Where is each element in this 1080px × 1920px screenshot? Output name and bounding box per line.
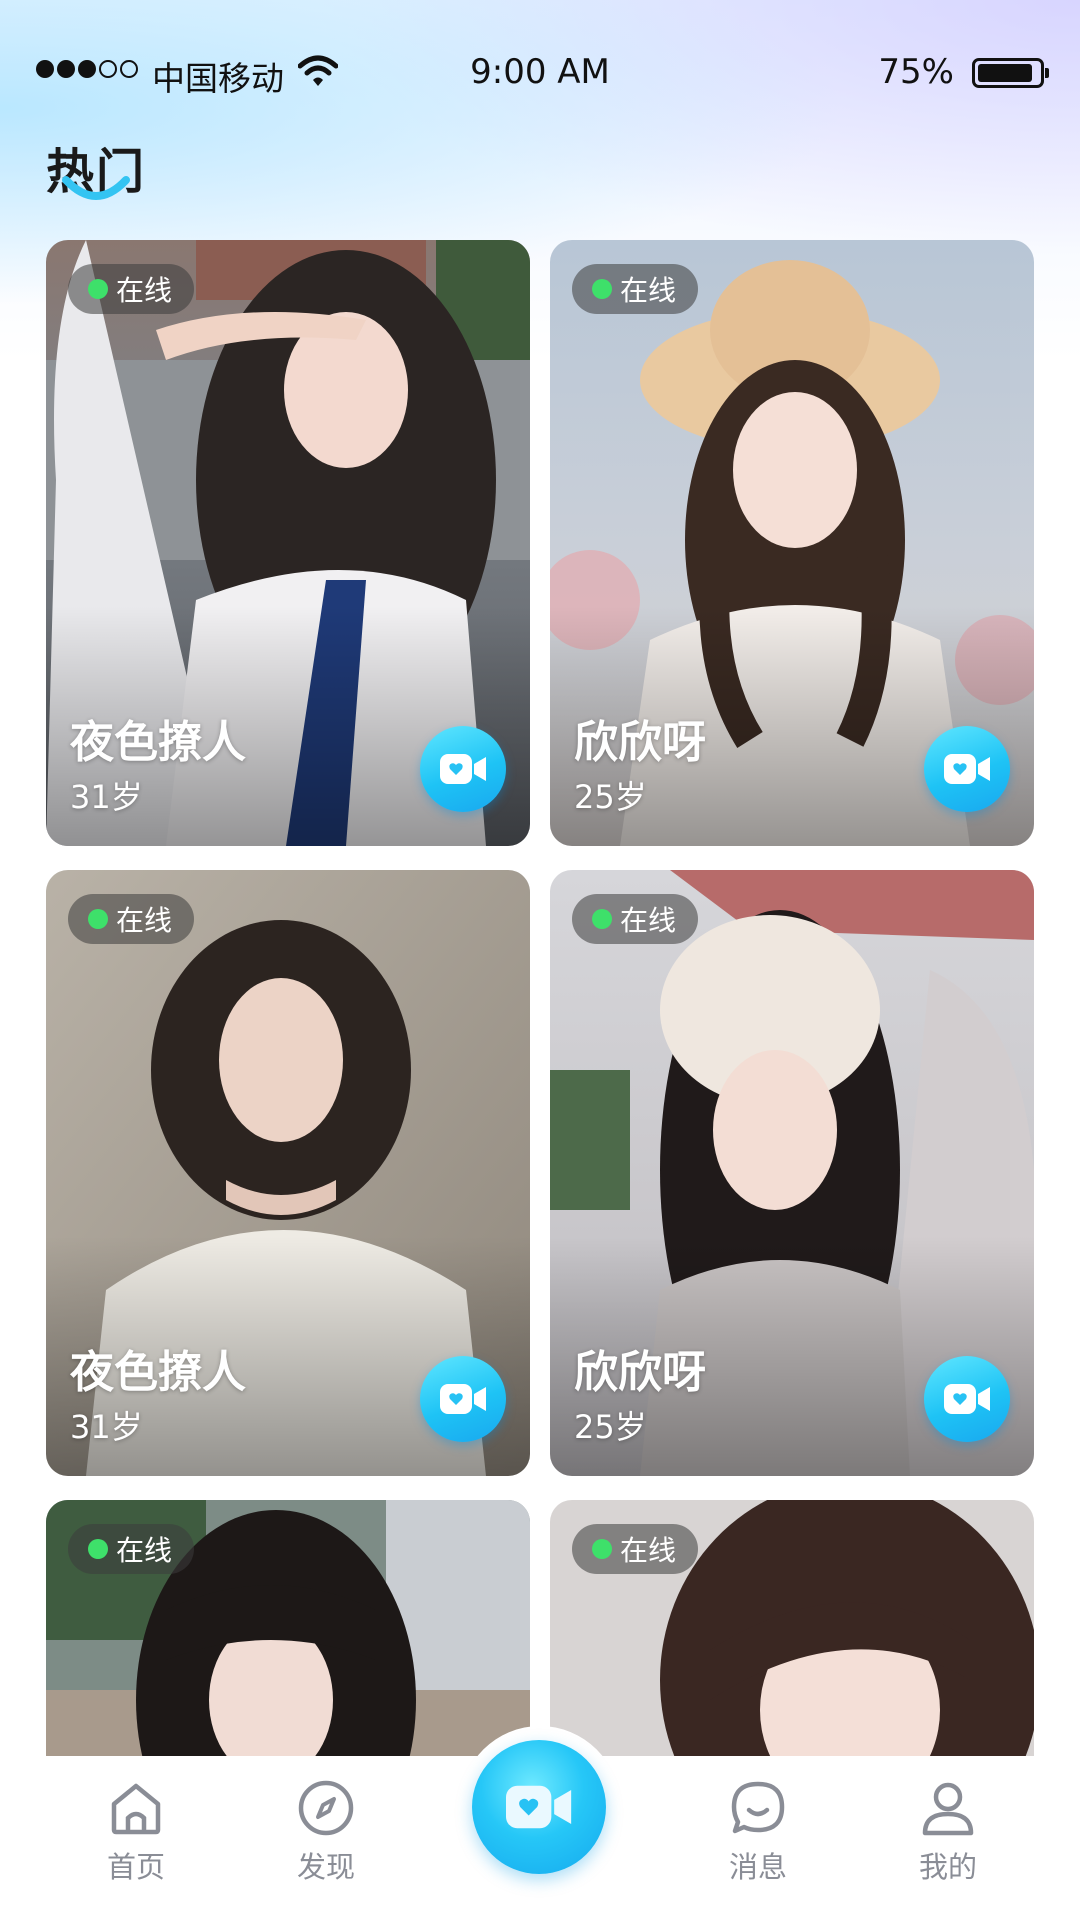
video-call-button[interactable] [420, 726, 506, 812]
user-age: 31岁 [70, 1408, 143, 1446]
online-dot-icon [88, 279, 108, 299]
video-call-button[interactable] [924, 1356, 1010, 1442]
online-badge: 在线 [68, 894, 195, 944]
smile-underline-icon [62, 176, 130, 200]
tab-messages[interactable]: 消息 [698, 1778, 818, 1886]
compass-icon [298, 1780, 354, 1836]
center-video-call-button[interactable] [472, 1740, 606, 1874]
chat-bubble-icon [731, 1781, 785, 1834]
tab-home[interactable]: 首页 [76, 1778, 196, 1886]
video-call-icon [506, 1785, 572, 1829]
user-age: 25岁 [574, 778, 647, 816]
video-call-button[interactable] [420, 1356, 506, 1442]
video-call-icon [944, 1384, 990, 1414]
online-badge: 在线 [572, 894, 699, 944]
user-name: 夜色撩人 [70, 717, 246, 768]
online-badge: 在线 [68, 264, 195, 314]
user-card[interactable]: 在线 [46, 1500, 530, 1756]
online-dot-icon [88, 1539, 108, 1559]
user-name: 夜色撩人 [70, 1347, 246, 1398]
user-name: 欣欣呀 [574, 717, 706, 768]
battery-icon [972, 58, 1049, 88]
online-badge: 在线 [68, 1524, 195, 1574]
online-dot-icon [592, 279, 612, 299]
user-age: 25岁 [574, 1408, 647, 1446]
user-card[interactable]: 在线 欣欣呀 25岁 [550, 240, 1034, 846]
user-card[interactable]: 在线 欣欣呀 25岁 [550, 870, 1034, 1476]
tab-discover[interactable]: 发现 [266, 1778, 386, 1886]
video-call-icon [440, 754, 486, 784]
online-dot-icon [88, 909, 108, 929]
user-age: 31岁 [70, 778, 143, 816]
video-call-icon [440, 1384, 486, 1414]
user-icon [922, 1782, 974, 1836]
user-name: 欣欣呀 [574, 1347, 706, 1398]
home-icon [111, 1783, 161, 1835]
video-call-icon [944, 754, 990, 784]
online-dot-icon [592, 909, 612, 929]
online-dot-icon [592, 1539, 612, 1559]
user-card[interactable]: 在线 夜色撩人 31岁 [46, 870, 530, 1476]
status-bar: 中国移动 9:00 AM 75% [0, 0, 1080, 150]
online-badge: 在线 [572, 264, 699, 314]
tab-profile[interactable]: 我的 [888, 1778, 1008, 1886]
battery-percent: 75% [878, 52, 954, 92]
user-card[interactable]: 在线 夜色撩人 31岁 [46, 240, 530, 846]
video-call-button[interactable] [924, 726, 1010, 812]
online-badge: 在线 [572, 1524, 699, 1574]
user-card[interactable]: 在线 [550, 1500, 1034, 1756]
